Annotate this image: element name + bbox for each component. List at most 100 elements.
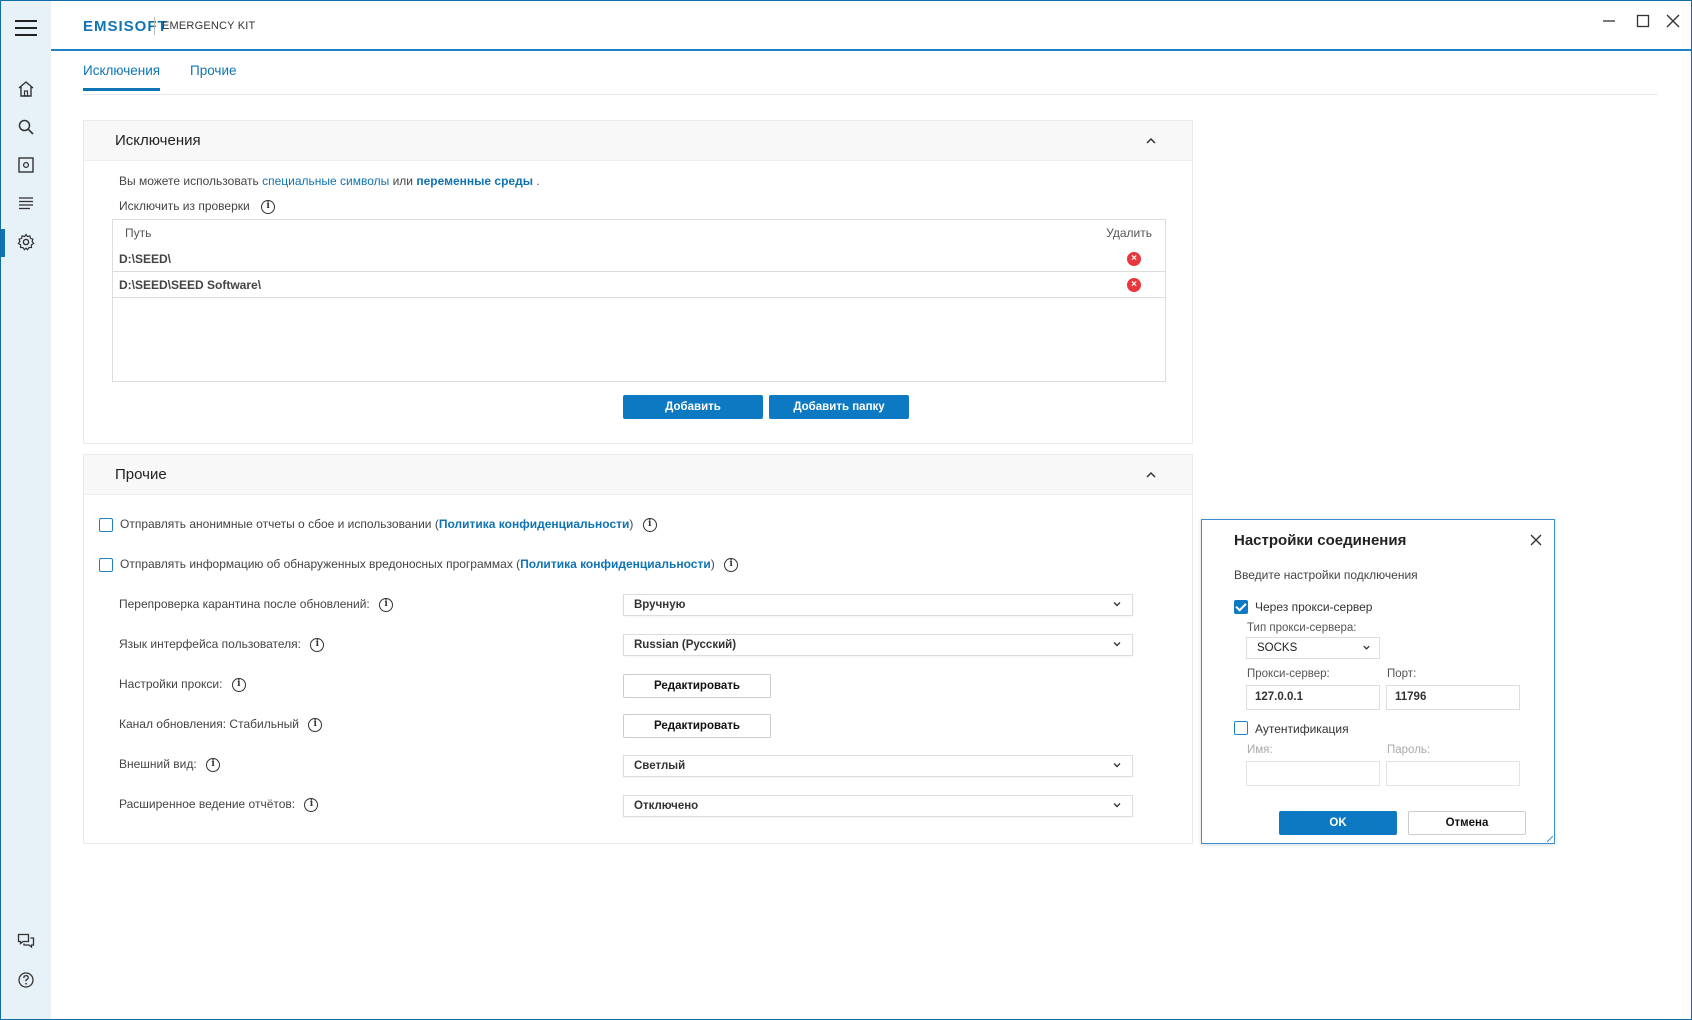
send-malware-info-label: Отправлять информацию об обнаруженных вр… bbox=[120, 557, 739, 572]
hamburger-menu-icon[interactable] bbox=[15, 20, 37, 38]
quarantine-rescan-label: Перепроверка карантина после обновлений:… bbox=[119, 597, 394, 612]
app-window: EMSISOFT EMERGENCY KIT Исключения Прочие… bbox=[0, 0, 1692, 1020]
info-icon[interactable]: i bbox=[261, 199, 276, 214]
use-proxy-label: Через прокси-сервер bbox=[1255, 600, 1373, 614]
appearance-select[interactable]: Светлый bbox=[623, 755, 1133, 777]
extended-logging-label: Расширенное ведение отчётов: i bbox=[119, 797, 319, 812]
checkbox2-end: ) bbox=[710, 557, 715, 571]
chevron-down-icon bbox=[1113, 803, 1121, 808]
proxy-type-label: Тип прокси-сервера: bbox=[1247, 622, 1357, 634]
proxy-type-select[interactable]: SOCKS bbox=[1246, 637, 1380, 659]
extended-logging-select[interactable]: Отключено bbox=[623, 795, 1133, 817]
other-panel-header[interactable]: Прочие bbox=[84, 455, 1192, 495]
proxy-settings-text: Настройки прокси: bbox=[119, 677, 223, 691]
ui-language-text: Язык интерфейса пользователя: bbox=[119, 637, 301, 651]
appearance-text: Внешний вид: bbox=[119, 757, 197, 771]
tab-other[interactable]: Прочие bbox=[190, 63, 237, 88]
username-input[interactable] bbox=[1246, 761, 1380, 786]
info-icon[interactable]: i bbox=[379, 597, 394, 612]
quarantine-icon[interactable] bbox=[16, 155, 36, 175]
exclusions-table: Путь Удалить D:\SEED\ × D:\SEED\SEED Sof… bbox=[112, 219, 1166, 382]
chevron-down-icon bbox=[1113, 602, 1121, 607]
add-folder-button[interactable]: Добавить папку bbox=[769, 395, 909, 419]
path-cell: D:\SEED\SEED Software\ bbox=[119, 278, 262, 292]
password-label: Пароль: bbox=[1387, 744, 1431, 756]
info-icon[interactable]: i bbox=[724, 557, 739, 572]
close-window-icon[interactable] bbox=[1665, 13, 1681, 29]
password-input[interactable] bbox=[1386, 761, 1520, 786]
info-icon[interactable]: i bbox=[308, 717, 323, 732]
privacy-policy-link[interactable]: Политика конфиденциальности bbox=[439, 517, 630, 531]
settings-tabs: Исключения Прочие bbox=[83, 51, 1657, 95]
edit-proxy-button[interactable]: Редактировать bbox=[623, 674, 771, 698]
authentication-checkbox[interactable] bbox=[1234, 721, 1248, 735]
tab-exclusions[interactable]: Исключения bbox=[83, 63, 161, 91]
info-icon[interactable]: i bbox=[304, 797, 319, 812]
settings-gear-icon[interactable] bbox=[16, 232, 36, 252]
column-header-delete: Удалить bbox=[1106, 226, 1152, 240]
port-input[interactable]: 11796 bbox=[1386, 685, 1520, 710]
quarantine-rescan-select[interactable]: Вручную bbox=[623, 594, 1133, 616]
minimize-icon[interactable] bbox=[1601, 13, 1617, 29]
maximize-icon[interactable] bbox=[1635, 13, 1651, 29]
ui-language-select[interactable]: Russian (Русский) bbox=[623, 634, 1133, 656]
delete-row-icon[interactable]: × bbox=[1127, 252, 1141, 266]
chevron-down-icon bbox=[1113, 642, 1121, 647]
appearance-value: Светлый bbox=[634, 760, 686, 772]
environment-variables-link[interactable]: переменные среды bbox=[416, 174, 533, 188]
search-icon[interactable] bbox=[16, 117, 36, 137]
checkbox1-text: Отправлять анонимные отчеты о сбое и исп… bbox=[120, 517, 439, 531]
home-icon[interactable] bbox=[16, 79, 36, 99]
send-malware-info-checkbox[interactable] bbox=[99, 558, 113, 572]
column-header-path: Путь bbox=[125, 226, 152, 240]
port-label: Порт: bbox=[1387, 668, 1417, 680]
feedback-chat-icon[interactable] bbox=[16, 931, 36, 951]
proxy-server-input[interactable]: 127.0.0.1 bbox=[1246, 685, 1380, 710]
exclusions-panel-header[interactable]: Исключения bbox=[84, 121, 1192, 161]
info-icon[interactable]: i bbox=[642, 517, 657, 532]
proxy-settings-label: Настройки прокси: i bbox=[119, 677, 246, 692]
quarantine-rescan-value: Вручную bbox=[634, 599, 686, 611]
chevron-down-icon bbox=[1113, 763, 1121, 768]
note-prefix-text: Вы можете использовать bbox=[119, 174, 259, 188]
path-cell: D:\SEED\ bbox=[119, 252, 172, 266]
logo-separator bbox=[154, 17, 155, 35]
special-symbols-link[interactable]: специальные символы bbox=[262, 174, 389, 188]
close-dialog-icon[interactable] bbox=[1528, 532, 1544, 548]
quarantine-rescan-text: Перепроверка карантина после обновлений: bbox=[119, 597, 370, 611]
edit-update-channel-button[interactable]: Редактировать bbox=[623, 714, 771, 738]
help-icon[interactable] bbox=[16, 970, 36, 990]
title-bar: EMSISOFT EMERGENCY KIT bbox=[51, 1, 1691, 51]
info-icon[interactable]: i bbox=[231, 677, 246, 692]
other-panel: Прочие Отправлять анонимные отчеты о сбо… bbox=[83, 454, 1193, 844]
username-label: Имя: bbox=[1247, 744, 1273, 756]
info-icon[interactable]: i bbox=[310, 637, 325, 652]
checkbox2-text: Отправлять информацию об обнаруженных вр… bbox=[120, 557, 521, 571]
cancel-button[interactable]: Отмена bbox=[1408, 811, 1526, 835]
sidebar bbox=[1, 1, 51, 1019]
collapse-chevron-icon[interactable] bbox=[1144, 468, 1158, 482]
table-row[interactable]: D:\SEED\ × bbox=[113, 246, 1165, 272]
add-button[interactable]: Добавить bbox=[623, 395, 763, 419]
proxy-type-value: SOCKS bbox=[1257, 642, 1298, 654]
exclusions-panel: Исключения Вы можете использовать специа… bbox=[83, 120, 1193, 444]
delete-row-icon[interactable]: × bbox=[1127, 278, 1141, 292]
use-proxy-checkbox[interactable] bbox=[1234, 600, 1248, 614]
table-row[interactable]: D:\SEED\SEED Software\ × bbox=[113, 272, 1165, 298]
collapse-chevron-icon[interactable] bbox=[1144, 134, 1158, 148]
sidebar-active-indicator bbox=[1, 229, 5, 257]
ok-button[interactable]: OK bbox=[1279, 811, 1397, 835]
info-icon[interactable]: i bbox=[206, 757, 221, 772]
logs-icon[interactable] bbox=[16, 193, 36, 213]
proxy-server-label: Прокси-сервер: bbox=[1247, 668, 1330, 680]
dialog-subtitle: Введите настройки подключения bbox=[1234, 568, 1418, 582]
update-channel-text: Канал обновления: Стабильный bbox=[119, 717, 299, 731]
privacy-policy-link[interactable]: Политика конфиденциальности bbox=[520, 557, 711, 571]
exclusions-note: Вы можете использовать специальные симво… bbox=[119, 174, 540, 188]
resize-grip-icon[interactable] bbox=[1547, 836, 1553, 842]
extended-logging-text: Расширенное ведение отчётов: bbox=[119, 797, 296, 811]
send-anonymous-reports-checkbox[interactable] bbox=[99, 518, 113, 532]
exclusions-panel-title: Исключения bbox=[115, 132, 201, 149]
chevron-down-icon bbox=[1363, 645, 1370, 650]
other-panel-title: Прочие bbox=[115, 466, 167, 483]
